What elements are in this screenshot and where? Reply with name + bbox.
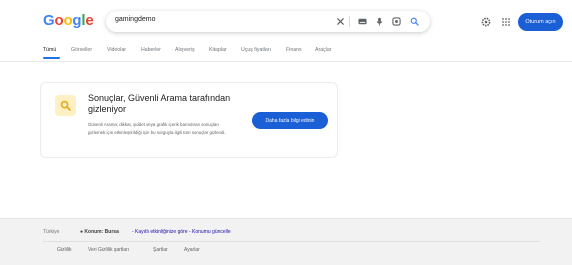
footer-rule xyxy=(43,241,540,242)
search-input[interactable]: gamingdemo xyxy=(115,16,155,23)
active-tab-indicator xyxy=(43,57,60,59)
tab-books[interactable]: Kitaplar xyxy=(209,47,227,53)
tab-images[interactable]: Görseller xyxy=(71,47,92,53)
logo-letter: e xyxy=(85,12,94,29)
tab-news[interactable]: Haberler xyxy=(141,47,161,53)
logo-letter: o xyxy=(54,12,64,29)
notice-description: Güvenli Arama; dikkat, şiddet veya grafi… xyxy=(88,122,226,135)
footer-link-data[interactable]: Veri Gizlilik şartları xyxy=(88,247,129,253)
logo-letter: g xyxy=(72,12,82,29)
tab-flights[interactable]: Uçuş fiyatları xyxy=(241,47,271,53)
tabs-divider xyxy=(0,61,572,62)
footer-location: ● Konum: Bursa xyxy=(80,229,119,235)
search-tabs: Tümü Görseller Videolar Haberler Alışver… xyxy=(0,44,572,60)
update-location-link[interactable]: - Kayıtlı etkinliğinize göre - Konumu gü… xyxy=(132,229,231,235)
tab-tools[interactable]: Araçlar xyxy=(315,47,331,53)
apps-grid-icon[interactable] xyxy=(500,16,512,28)
footer-link-settings[interactable]: Ayarlar xyxy=(184,247,200,253)
google-logo[interactable]: Google xyxy=(43,12,94,29)
logo-letter: G xyxy=(43,12,55,29)
header: Google gamingdemo Oturum açın xyxy=(0,0,572,44)
search-divider xyxy=(349,16,350,27)
tab-all[interactable]: Tümü xyxy=(43,47,56,53)
tab-finance[interactable]: Finans xyxy=(286,47,302,53)
tab-videos[interactable]: Videolar xyxy=(107,47,126,53)
search-box[interactable]: gamingdemo xyxy=(106,11,430,32)
gear-icon[interactable] xyxy=(480,16,492,28)
sign-in-button[interactable]: Oturum açın xyxy=(518,13,563,31)
search-icon xyxy=(55,95,76,116)
safesearch-notice-card: Sonuçlar, Güvenli Arama tarafından gizle… xyxy=(40,82,338,158)
microphone-icon[interactable] xyxy=(374,16,385,27)
footer-divider xyxy=(0,218,572,219)
tab-shopping[interactable]: Alışveriş xyxy=(175,47,195,53)
footer: Türkiye ● Konum: Bursa - Kayıtlı etkinli… xyxy=(0,218,572,265)
notice-title: Sonuçlar, Güvenli Arama tarafından gizle… xyxy=(88,93,231,114)
camera-lens-icon[interactable] xyxy=(391,16,402,27)
logo-letter: o xyxy=(63,12,73,29)
close-icon[interactable] xyxy=(335,16,346,27)
footer-link-privacy[interactable]: Gizlilik xyxy=(57,247,71,253)
footer-link-terms[interactable]: Şartlar xyxy=(153,247,168,253)
learn-more-button[interactable]: Daha fazla bilgi edinin xyxy=(252,112,328,129)
search-icon[interactable] xyxy=(409,16,420,27)
footer-country: Türkiye xyxy=(43,229,60,235)
keyboard-icon[interactable] xyxy=(357,16,368,27)
